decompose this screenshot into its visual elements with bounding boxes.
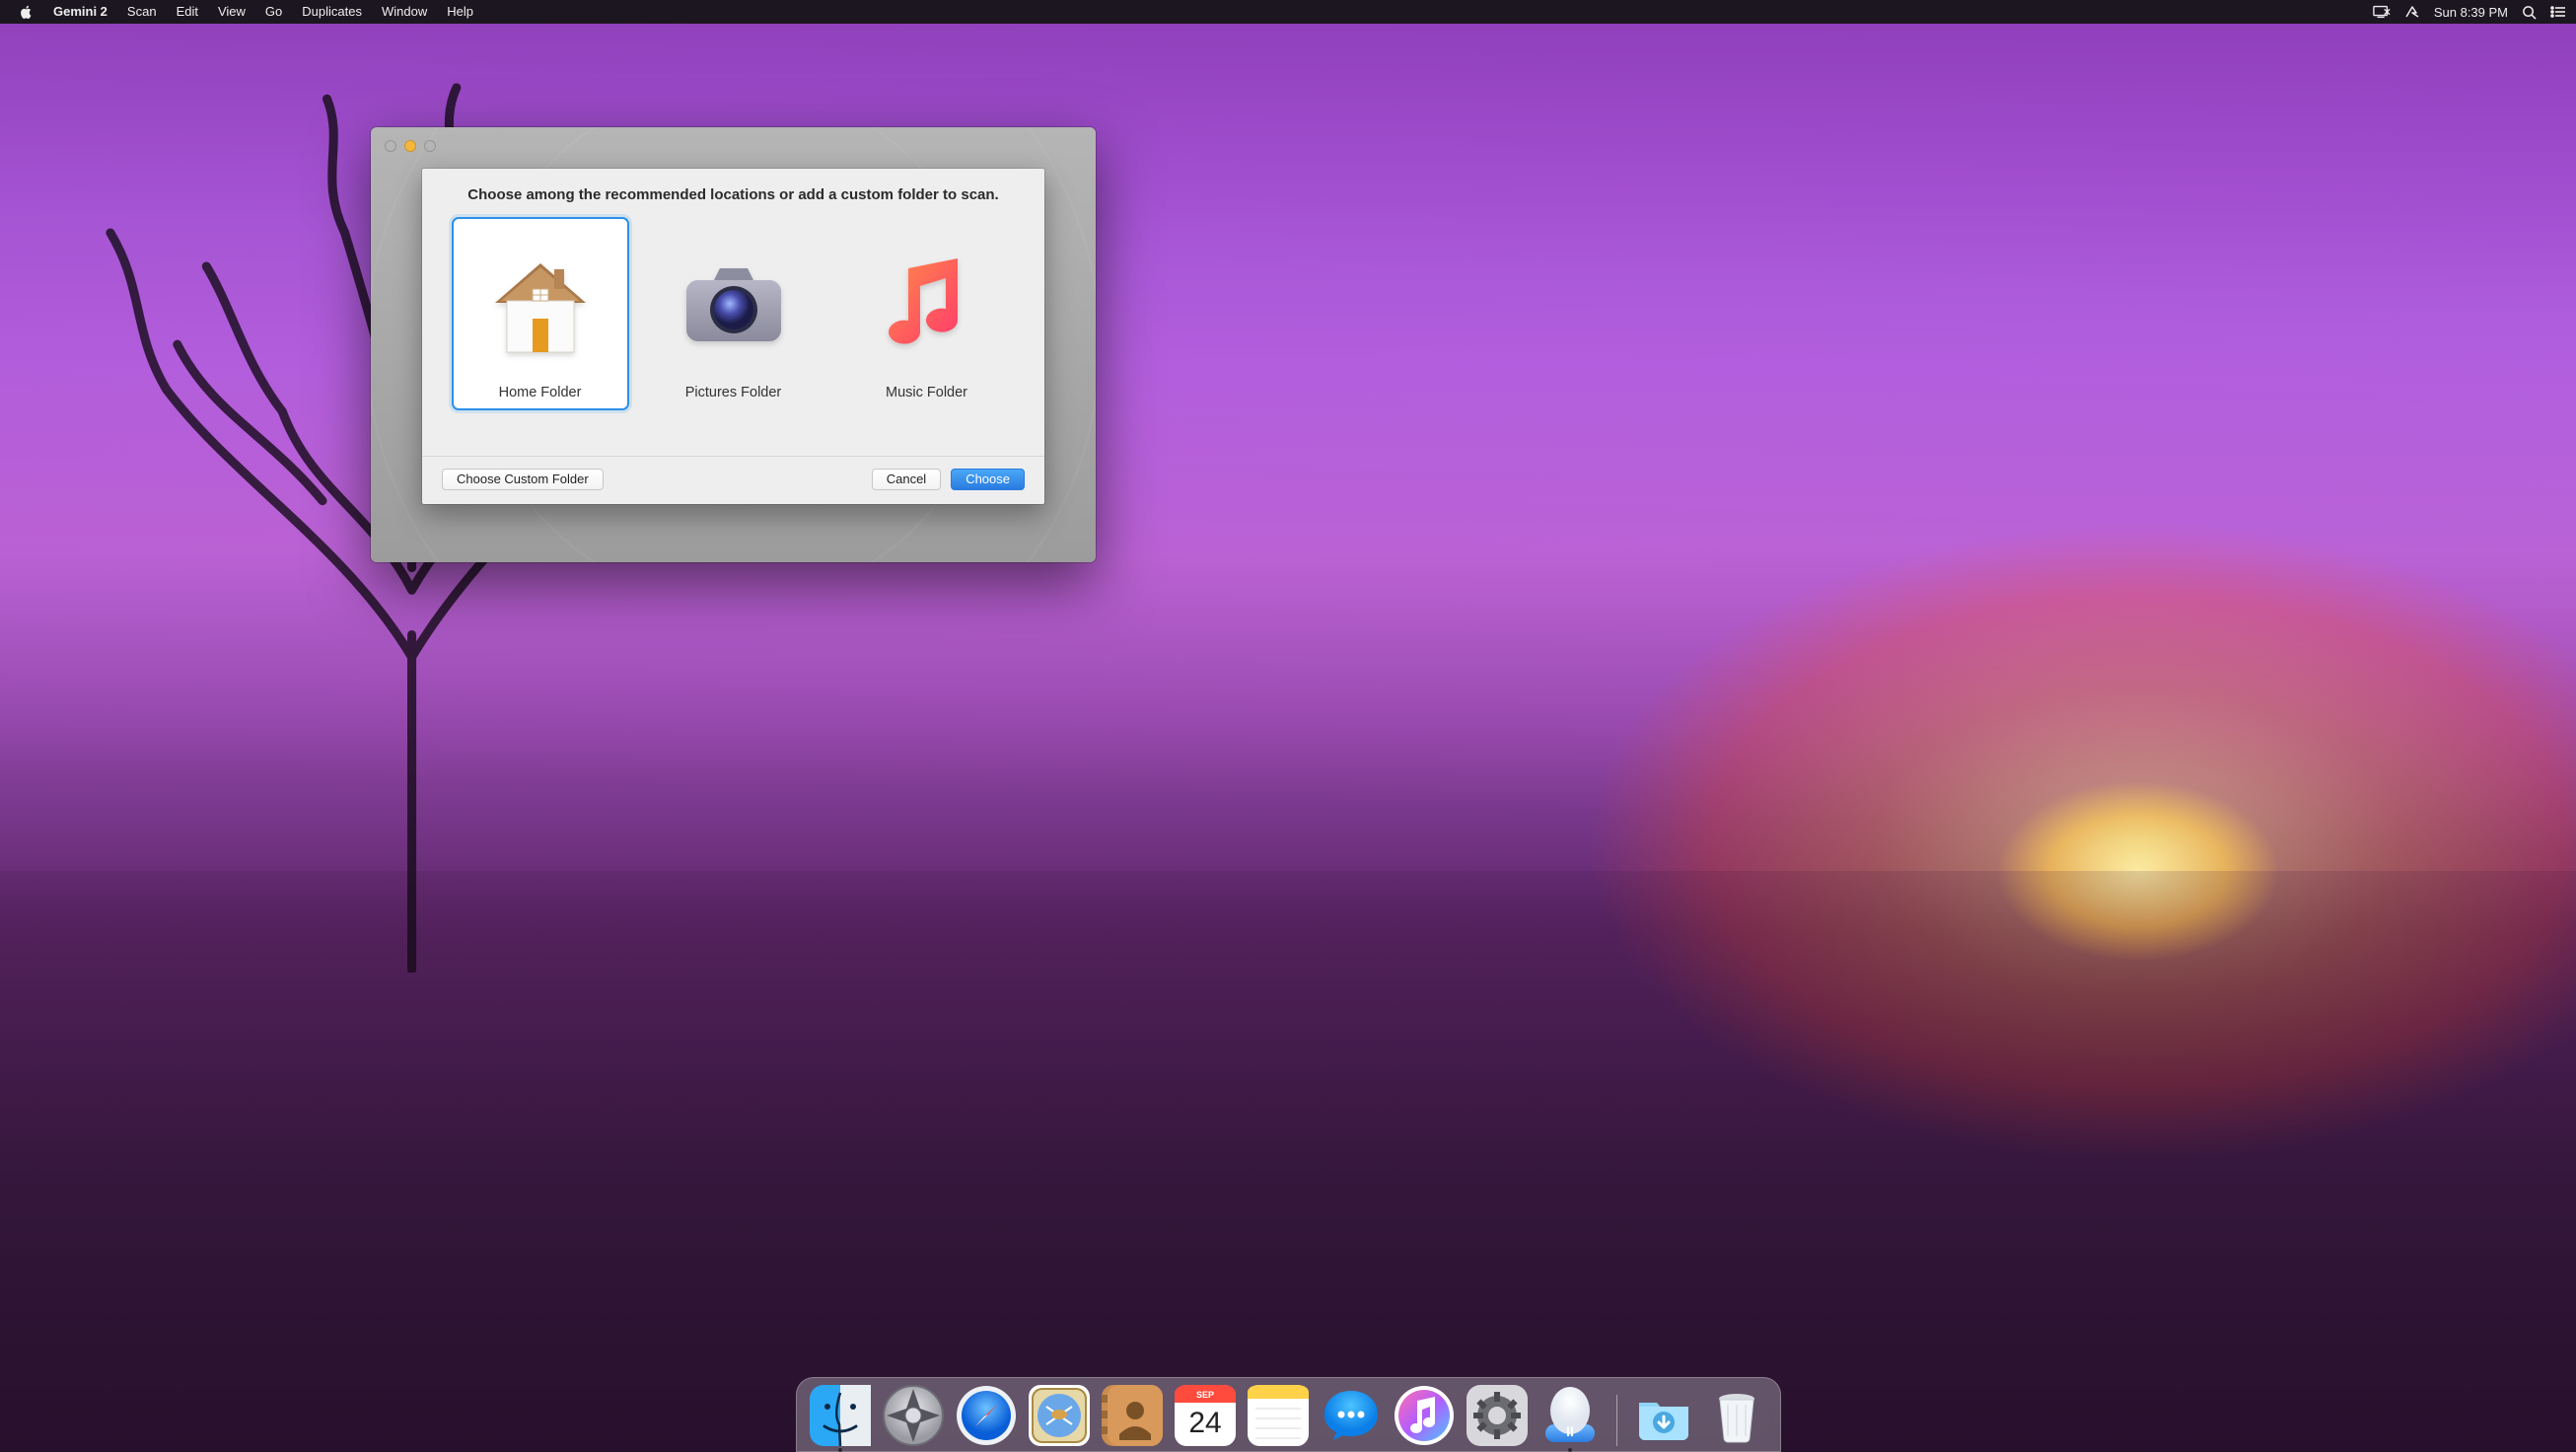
dock-downloads-folder[interactable] [1633, 1385, 1694, 1446]
svg-text:II: II [1566, 1423, 1574, 1439]
menu-go[interactable]: Go [255, 0, 292, 24]
choose-button[interactable]: Choose [951, 469, 1025, 490]
dock-app-contacts[interactable] [1102, 1385, 1163, 1446]
location-options: Home Folder Pict [422, 211, 1044, 456]
menu-duplicates[interactable]: Duplicates [292, 0, 372, 24]
option-home-folder[interactable]: Home Folder [452, 217, 629, 410]
menu-window[interactable]: Window [372, 0, 437, 24]
dock-trash[interactable] [1706, 1385, 1767, 1446]
app-window: Choose among the recommended locations o… [371, 127, 1096, 562]
dock-app-mail[interactable] [1029, 1385, 1090, 1446]
menu-bar: Gemini 2 Scan Edit View Go Duplicates Wi… [0, 0, 2576, 24]
dock-app-settings[interactable] [1467, 1385, 1528, 1446]
status-app-icon[interactable] [2404, 5, 2420, 19]
calendar-month: SEP [1195, 1390, 1213, 1400]
dock-app-gemini[interactable]: II [1539, 1385, 1601, 1446]
menu-clock[interactable]: Sun 8:39 PM [2434, 5, 2508, 20]
menu-view[interactable]: View [208, 0, 255, 24]
dock-app-itunes[interactable] [1394, 1385, 1455, 1446]
menu-edit[interactable]: Edit [167, 0, 208, 24]
menu-scan[interactable]: Scan [117, 0, 167, 24]
apple-menu[interactable] [10, 5, 43, 19]
option-home-label: Home Folder [499, 381, 582, 400]
calendar-day: 24 [1188, 1407, 1221, 1439]
sheet-title: Choose among the recommended locations o… [422, 169, 1044, 211]
dock-container: SEP 24 II [780, 1367, 1796, 1452]
option-music-folder[interactable]: Music Folder [838, 217, 1016, 410]
camera-icon [653, 229, 815, 381]
dock-app-finder[interactable] [810, 1385, 871, 1446]
dock: SEP 24 II [796, 1377, 1781, 1452]
option-pictures-folder[interactable]: Pictures Folder [645, 217, 823, 410]
dock-app-safari[interactable] [956, 1385, 1017, 1446]
cancel-button[interactable]: Cancel [872, 469, 941, 490]
window-zoom-button[interactable] [424, 140, 436, 152]
choose-location-sheet: Choose among the recommended locations o… [422, 169, 1044, 504]
music-note-icon [846, 229, 1008, 381]
menu-list-icon[interactable] [2550, 6, 2566, 18]
window-controls [385, 140, 436, 152]
window-close-button[interactable] [385, 140, 396, 152]
status-display-icon[interactable] [2373, 5, 2391, 19]
dock-divider [1616, 1395, 1617, 1446]
dock-app-calendar[interactable]: SEP 24 [1175, 1385, 1236, 1446]
menu-help[interactable]: Help [437, 0, 483, 24]
menu-app-name[interactable]: Gemini 2 [43, 0, 117, 24]
dock-app-launchpad[interactable] [883, 1385, 944, 1446]
dock-app-notes[interactable] [1248, 1385, 1309, 1446]
option-music-label: Music Folder [886, 381, 967, 400]
choose-custom-folder-button[interactable]: Choose Custom Folder [442, 469, 604, 490]
sheet-actions: Choose Custom Folder Cancel Choose [422, 457, 1044, 504]
home-icon [460, 229, 621, 381]
option-pictures-label: Pictures Folder [685, 381, 782, 400]
spotlight-icon[interactable] [2522, 5, 2537, 20]
window-minimize-button[interactable] [404, 140, 416, 152]
dock-app-messages[interactable] [1321, 1385, 1382, 1446]
